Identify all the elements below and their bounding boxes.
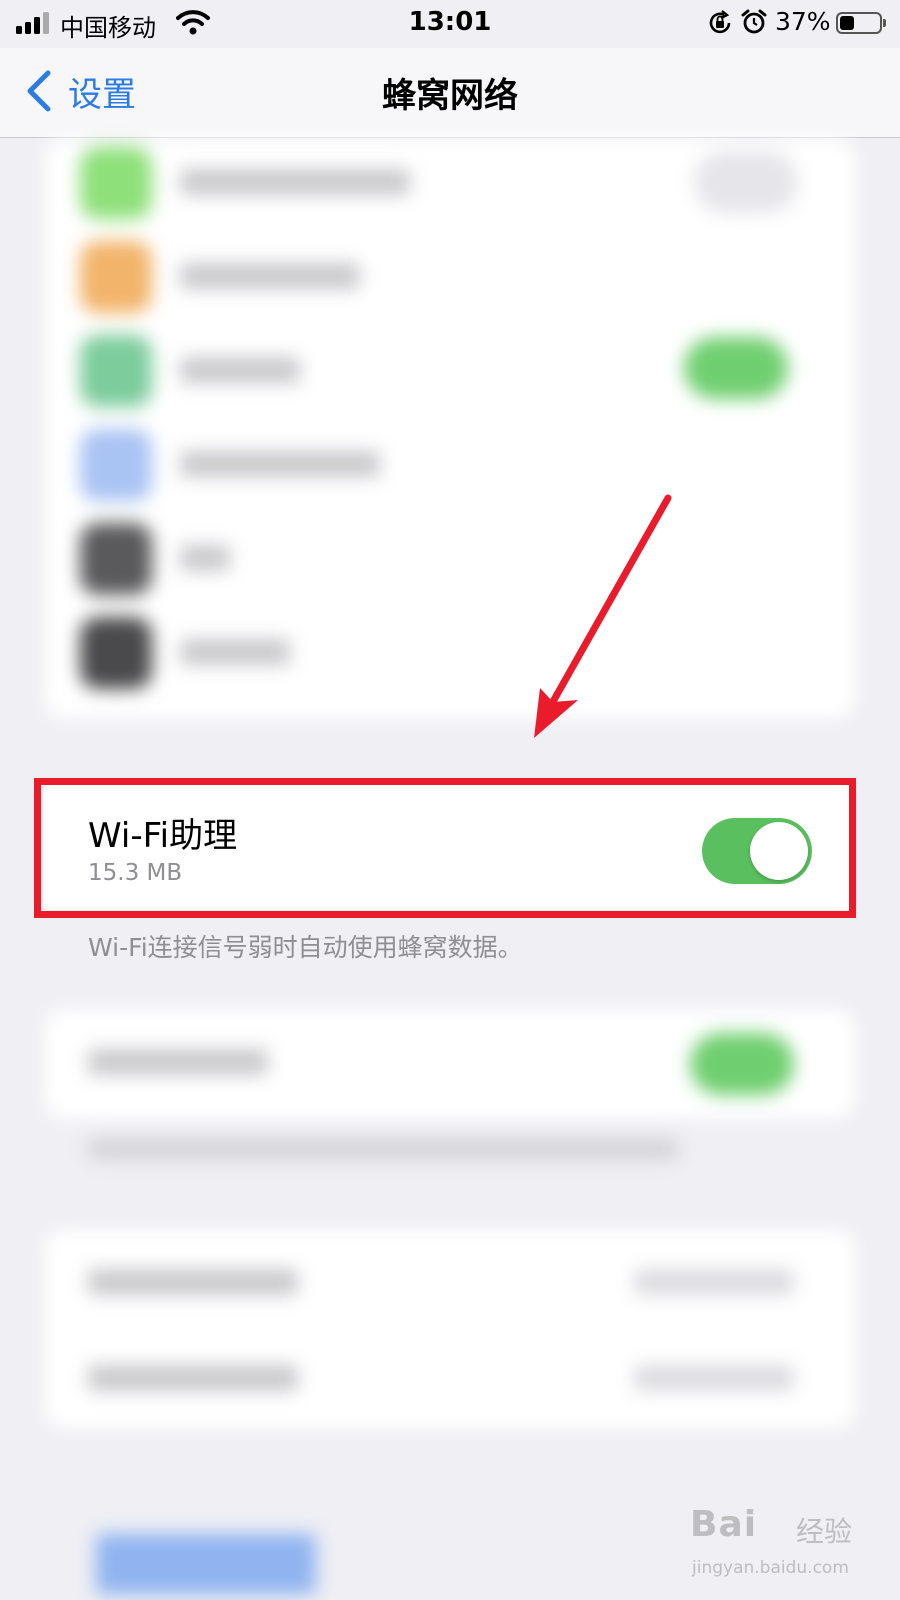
blurred-app-icon <box>80 241 152 313</box>
blurred-app-icon <box>80 147 152 219</box>
battery-level-fill <box>840 16 854 30</box>
wifi-assist-footer-note: Wi-Fi连接信号弱时自动使用蜂窝数据。 <box>88 933 523 962</box>
watermark-brand: Bai <box>690 1504 758 1545</box>
orientation-lock-icon <box>709 10 731 34</box>
page-title: 蜂窝网络 <box>382 76 518 116</box>
status-bar: 中国移动 13:01 37% <box>0 0 900 48</box>
battery-icon <box>836 12 886 34</box>
highlight-annotation-box <box>34 778 856 918</box>
battery-percent: 37% <box>775 7 831 36</box>
blurred-usage-card <box>44 1229 856 1429</box>
blurred-app-list <box>44 139 856 719</box>
blurred-setting-row <box>44 1009 856 1119</box>
blurred-app-icon <box>80 523 152 595</box>
alarm-icon <box>741 9 767 34</box>
blurred-app-icon <box>80 335 152 407</box>
navigation-bar: 设置 蜂窝网络 <box>0 48 900 138</box>
blurred-app-icon <box>80 429 152 501</box>
watermark-url: jingyan.baidu.com <box>692 1558 849 1578</box>
watermark-brand-suffix: 经验 <box>796 1515 853 1548</box>
baidu-jingyan-watermark: Bai 经验 jingyan.baidu.com <box>690 1500 870 1590</box>
annotation-arrow-icon <box>534 494 672 738</box>
blurred-app-icon <box>80 617 152 689</box>
